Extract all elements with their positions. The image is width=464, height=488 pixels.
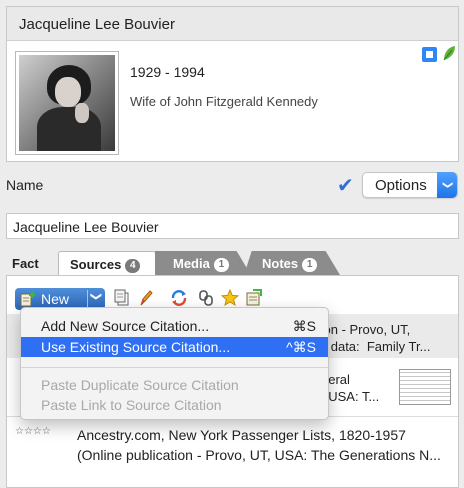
source-row-3-line1: Ancestry.com, New York Passenger Lists, … — [77, 427, 406, 443]
source-row-3-line2: (Online publication - Provo, UT, USA: Th… — [77, 447, 441, 463]
source-thumbnail[interactable] — [399, 369, 451, 405]
attach-icon[interactable] — [245, 289, 263, 307]
sync-icon[interactable] — [170, 289, 188, 307]
tab-fact[interactable]: Fact — [12, 256, 39, 271]
link-icon[interactable] — [197, 289, 215, 307]
menu-shortcut: ^⌘S — [286, 339, 316, 355]
options-button[interactable]: Options ❯ — [362, 172, 458, 198]
quality-stars-icon[interactable]: ☆☆☆☆ — [15, 426, 51, 437]
checkmark-icon: ✔ — [337, 175, 354, 197]
media-count-badge: 1 — [213, 258, 229, 272]
source-row-3[interactable]: Ancestry.com, New York Passenger Lists, … — [77, 425, 441, 465]
star-icon[interactable] — [221, 289, 239, 307]
menu-item-paste-duplicate-source-citation: Paste Duplicate Source Citation — [41, 377, 239, 393]
menu-shortcut: ⌘S — [292, 318, 316, 334]
tab-sources-label: Sources — [70, 257, 122, 272]
person-lifespan: 1929 - 1994 — [130, 64, 205, 80]
menu-item-paste-link-to-source-citation: Paste Link to Source Citation — [41, 397, 222, 413]
detail-tabs: Fact Sources 4 Media 1 Notes 1 — [0, 251, 464, 276]
menu-item-use-existing-source-citation[interactable]: Use Existing Source Citation... ^⌘S — [21, 337, 328, 357]
leaf-icon[interactable] — [442, 45, 456, 61]
name-label: Name — [6, 177, 44, 193]
options-label: Options — [375, 177, 427, 194]
source-row-1-text: tion - Provo, UT, al data: Family Tr... — [317, 322, 431, 354]
portrait-photo — [19, 55, 115, 151]
menu-separator — [21, 367, 328, 368]
chevron-down-icon[interactable]: ❯ — [90, 290, 102, 303]
tab-notes-label: Notes — [262, 256, 299, 271]
new-source-menu: Add New Source Citation... ⌘S Use Existi… — [20, 307, 329, 420]
chevron-down-icon: ❯ — [437, 172, 457, 198]
notes-count-badge: 1 — [302, 258, 318, 272]
person-panel: Jacqueline Lee Bouvier 1929 - 1994 Wife … — [6, 6, 459, 162]
person-color-square-icon[interactable] — [422, 47, 437, 62]
new-source-icon — [20, 292, 35, 307]
tab-media-label: Media — [173, 256, 210, 271]
copy-icon[interactable] — [113, 289, 131, 307]
source-row-2-text[interactable]: deral , USA: T... — [321, 371, 379, 405]
tab-sources[interactable]: Sources 4 — [58, 251, 156, 276]
person-name-title: Jacqueline Lee Bouvier — [7, 7, 458, 41]
sources-count-badge: 4 — [125, 259, 141, 273]
edit-pencil-icon[interactable] — [137, 289, 155, 307]
person-description: Wife of John Fitzgerald Kennedy — [130, 94, 318, 109]
menu-item-add-new-source-citation[interactable]: Add New Source Citation... ⌘S — [21, 316, 328, 336]
name-field[interactable]: Jacqueline Lee Bouvier — [6, 213, 459, 239]
tab-notes[interactable]: Notes 1 — [244, 251, 340, 275]
person-portrait[interactable] — [15, 51, 119, 155]
tab-media[interactable]: Media 1 — [155, 251, 251, 275]
new-button-label: New — [41, 291, 70, 307]
